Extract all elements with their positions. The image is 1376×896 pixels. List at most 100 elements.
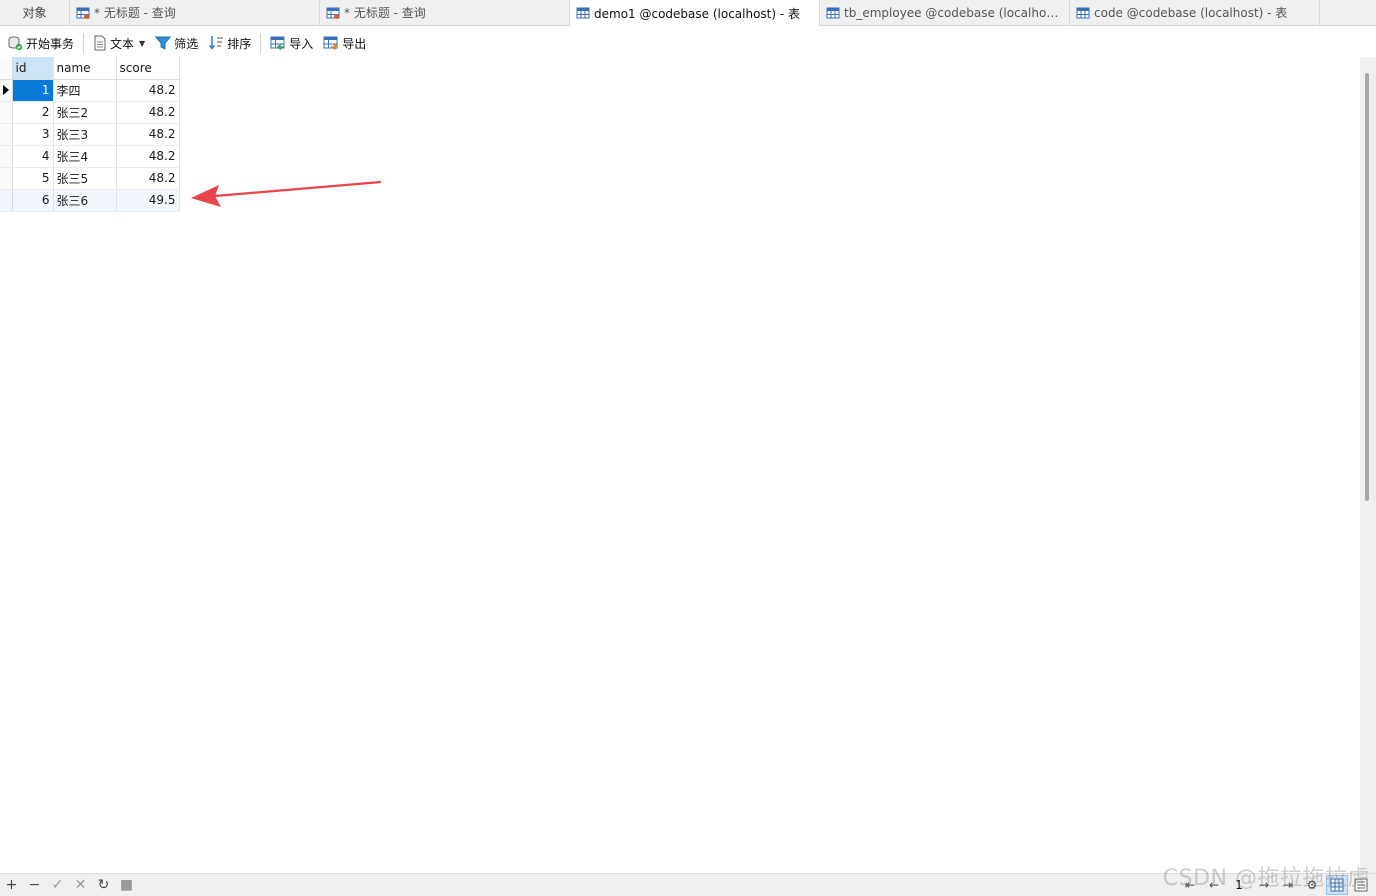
row-indicator[interactable] — [0, 101, 13, 124]
last-page-icon[interactable]: ⇥ — [1276, 878, 1300, 892]
stop-button[interactable]: ■ — [115, 874, 138, 896]
form-view-icon — [1354, 878, 1368, 892]
export-label: 导出 — [342, 36, 367, 51]
chevron-down-icon[interactable]: ▼ — [139, 39, 145, 48]
tab-label: 对象 — [22, 6, 47, 20]
begin-transaction-button[interactable]: 开始事务 — [4, 32, 77, 54]
form-view-button[interactable] — [1350, 875, 1372, 895]
row-indicator[interactable] — [0, 189, 13, 212]
tab-label: code @codebase (localhost) - 表 — [1094, 6, 1288, 20]
column-header-score[interactable]: score — [116, 57, 180, 80]
cell-id[interactable]: 2 — [12, 101, 54, 124]
annotation-arrow-icon — [191, 180, 382, 207]
first-page-icon[interactable]: ⇤ — [1178, 878, 1202, 892]
row-indicator[interactable] — [0, 145, 13, 168]
refresh-icon: ↻ — [97, 877, 110, 893]
grid-view-icon — [1330, 878, 1344, 892]
settings-gear-icon[interactable]: ⚙ — [1300, 878, 1324, 892]
query-icon — [326, 7, 340, 19]
tab-label: * 无标题 - 查询 — [344, 6, 426, 20]
previous-page-icon[interactable]: ← — [1202, 878, 1226, 892]
refresh-button[interactable]: ↻ — [92, 874, 115, 896]
cell-name[interactable]: 张三6 — [53, 189, 117, 212]
stop-icon: ■ — [119, 877, 134, 893]
tab-label: * 无标题 - 查询 — [94, 6, 176, 20]
cell-id[interactable]: 5 — [12, 167, 54, 190]
sort-icon — [209, 36, 224, 50]
table-row[interactable]: 2 张三2 48.2 — [0, 101, 180, 124]
export-button[interactable]: 导出 — [320, 32, 369, 54]
import-label: 导入 — [289, 36, 314, 51]
cell-score[interactable]: 49.5 — [116, 189, 180, 212]
table-icon — [826, 7, 840, 18]
tab-tb-employee-table[interactable]: tb_employee @codebase (localhost)... — [820, 0, 1070, 25]
row-indicator[interactable] — [0, 167, 13, 190]
minus-icon: − — [28, 877, 41, 893]
tab-untitled-query-1[interactable]: * 无标题 - 查询 — [70, 0, 320, 25]
filter-button[interactable]: 筛选 — [152, 32, 201, 54]
apply-changes-button[interactable]: ✓ — [46, 874, 69, 896]
column-header-id[interactable]: id — [12, 57, 54, 80]
pagination: ⇤ ← 1 → ⇥ ⚙ — [1178, 874, 1372, 896]
status-bar: + − ✓ ✕ ↻ ■ ⇤ ← 1 → ⇥ ⚙ CSDN @拖拉拖拉虎 — [0, 866, 1376, 896]
discard-changes-button[interactable]: ✕ — [69, 874, 92, 896]
close-icon: ✕ — [74, 877, 87, 893]
tab-code-table[interactable]: code @codebase (localhost) - 表 — [1070, 0, 1320, 25]
navicat-window: 对象 * 无标题 - 查询 * 无标题 - 查询 demo1 @codebase… — [0, 0, 1376, 896]
sort-button[interactable]: 排序 — [205, 32, 254, 54]
cell-score[interactable]: 48.2 — [116, 123, 180, 146]
cell-score[interactable]: 48.2 — [116, 101, 180, 124]
table-icon — [576, 7, 590, 19]
cell-name[interactable]: 张三3 — [53, 123, 117, 146]
text-document-icon — [94, 35, 106, 51]
column-header-name[interactable]: name — [53, 57, 117, 80]
plus-icon: + — [5, 877, 18, 893]
cell-score[interactable]: 48.2 — [116, 145, 180, 168]
delete-record-button[interactable]: − — [23, 874, 46, 896]
toolbar-separator — [260, 33, 262, 53]
tab-label: tb_employee @codebase (localhost)... — [844, 5, 1063, 20]
grid-view-button[interactable] — [1326, 875, 1348, 895]
tab-untitled-query-2[interactable]: * 无标题 - 查询 — [320, 0, 570, 25]
check-icon: ✓ — [51, 877, 64, 893]
vertical-scrollbar[interactable] — [1360, 57, 1376, 873]
row-indicator[interactable] — [0, 79, 13, 102]
result-table: id name score 1 李四 48.2 2 张三2 48.2 3 张三3… — [0, 57, 180, 212]
scrollbar-thumb[interactable] — [1365, 73, 1369, 501]
cell-id[interactable]: 4 — [12, 145, 54, 168]
page-number[interactable]: 1 — [1226, 878, 1252, 892]
cell-name[interactable]: 张三5 — [53, 167, 117, 190]
query-icon — [76, 7, 90, 19]
tab-objects[interactable]: 对象 — [0, 0, 70, 25]
header-row: id name score — [0, 57, 180, 80]
filter-funnel-icon — [155, 36, 172, 50]
cell-id[interactable]: 1 — [12, 79, 54, 102]
row-indicator-header — [0, 57, 13, 80]
row-indicator[interactable] — [0, 123, 13, 146]
text-view-button[interactable]: 文本 ▼ — [90, 32, 148, 54]
cell-score[interactable]: 48.2 — [116, 79, 180, 102]
import-table-icon — [270, 36, 285, 51]
cell-id[interactable]: 6 — [12, 189, 54, 212]
add-record-button[interactable]: + — [0, 874, 23, 896]
tab-bar: 对象 * 无标题 - 查询 * 无标题 - 查询 demo1 @codebase… — [0, 0, 1376, 26]
toolbar: 开始事务 文本 ▼ 筛选 排序 导入 导出 — [0, 30, 1376, 56]
tab-label: demo1 @codebase (localhost) - 表 — [594, 6, 801, 21]
table-row[interactable]: 4 张三4 48.2 — [0, 145, 180, 168]
next-page-icon[interactable]: → — [1252, 878, 1276, 892]
current-row-arrow-icon — [3, 85, 9, 95]
begin-transaction-label: 开始事务 — [26, 36, 75, 51]
cell-name[interactable]: 李四 — [53, 79, 117, 102]
cell-name[interactable]: 张三2 — [53, 101, 117, 124]
sort-label: 排序 — [227, 36, 252, 51]
tab-demo1-table[interactable]: demo1 @codebase (localhost) - 表 — [570, 0, 820, 26]
table-row[interactable]: 3 张三3 48.2 — [0, 123, 180, 146]
table-row[interactable]: 6 张三6 49.5 — [0, 189, 180, 212]
text-view-label: 文本 — [110, 36, 135, 51]
import-button[interactable]: 导入 — [267, 32, 316, 54]
cell-score[interactable]: 48.2 — [116, 167, 180, 190]
table-row[interactable]: 1 李四 48.2 — [0, 79, 180, 102]
cell-name[interactable]: 张三4 — [53, 145, 117, 168]
cell-id[interactable]: 3 — [12, 123, 54, 146]
table-row[interactable]: 5 张三5 48.2 — [0, 167, 180, 190]
